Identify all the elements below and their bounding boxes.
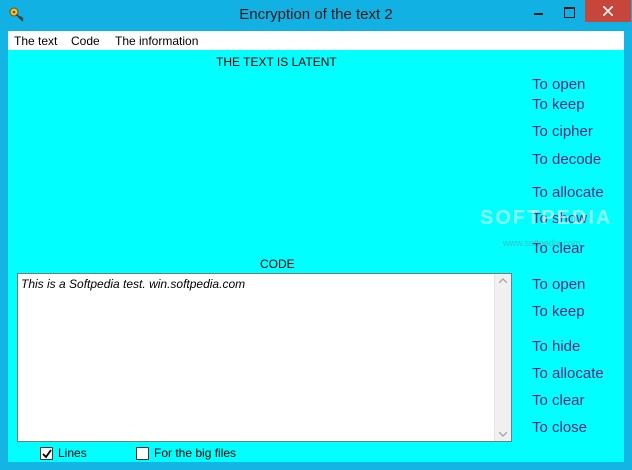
big-files-checkbox-label[interactable]: For the big files <box>154 446 236 460</box>
scroll-up-arrow-icon[interactable] <box>499 278 507 283</box>
client-area: THE TEXT IS LATENT To open To keep To ci… <box>8 50 624 462</box>
watermark: SOFTPEDIA <box>480 207 613 229</box>
maximize-button[interactable] <box>555 0 585 24</box>
code-text: This is a Softpedia test. win.softpedia.… <box>21 277 246 291</box>
checkmark-icon <box>42 449 52 459</box>
menu-the-text[interactable]: The text <box>14 34 57 48</box>
hide-button[interactable]: To hide <box>532 338 580 355</box>
bottom-allocate-button[interactable]: To allocate <box>532 365 604 382</box>
watermark-url: www.softpedia.com <box>503 238 581 248</box>
close-button[interactable] <box>585 0 631 22</box>
app-window: Encryption of the text 2 The text Code T… <box>0 0 632 470</box>
bottom-clear-button[interactable]: To clear <box>532 392 585 409</box>
menu-the-information[interactable]: The information <box>115 34 198 48</box>
bottom-open-button[interactable]: To open <box>532 276 585 293</box>
vertical-scrollbar[interactable] <box>494 274 511 441</box>
lines-checkbox-label[interactable]: Lines <box>58 446 87 460</box>
close-action-button[interactable]: To close <box>532 419 587 436</box>
bottom-keep-button[interactable]: To keep <box>532 303 585 320</box>
code-textarea[interactable]: This is a Softpedia test. win.softpedia.… <box>17 273 512 442</box>
lines-checkbox[interactable] <box>40 447 53 460</box>
big-files-checkbox[interactable] <box>136 447 149 460</box>
menu-code[interactable]: Code <box>71 34 100 48</box>
menu-bar: The text Code The information <box>8 31 624 50</box>
minimize-button[interactable] <box>523 0 555 24</box>
code-label: CODE <box>260 257 295 271</box>
close-icon <box>603 6 613 16</box>
latent-text-label: THE TEXT IS LATENT <box>216 55 337 69</box>
cipher-button[interactable]: To cipher <box>532 123 593 140</box>
title-bar[interactable]: Encryption of the text 2 <box>0 0 632 31</box>
decode-button[interactable]: To decode <box>532 151 601 168</box>
top-keep-button[interactable]: To keep <box>532 96 585 113</box>
top-allocate-button[interactable]: To allocate <box>532 184 604 201</box>
scroll-down-arrow-icon[interactable] <box>499 432 507 437</box>
top-open-button[interactable]: To open <box>532 76 585 93</box>
